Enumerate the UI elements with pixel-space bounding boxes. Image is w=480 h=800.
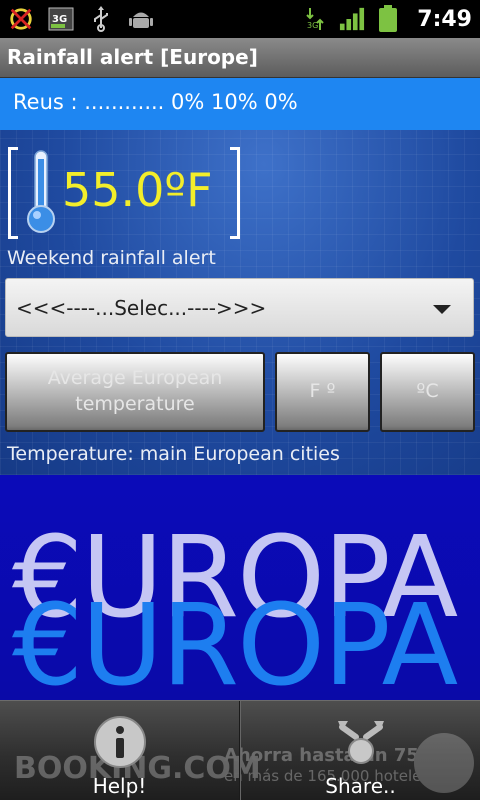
app-title-bar: Rainfall alert [Europe]	[0, 38, 480, 78]
chevron-down-icon	[433, 305, 451, 314]
bracket-right	[230, 147, 240, 239]
weekend-rainfall-label: Weekend rainfall alert	[7, 247, 216, 269]
temperature-value: 55.0ºF	[62, 163, 213, 217]
notification-icons: 3G	[8, 4, 154, 34]
share-icon	[337, 721, 384, 764]
help-button[interactable]: Help!	[0, 701, 239, 800]
banner-text-front: €UROPA	[12, 581, 458, 700]
no-signal-warning-icon	[8, 6, 34, 32]
clock: 7:49	[417, 6, 472, 32]
svg-text:3G: 3G	[307, 21, 318, 30]
rainfall-summary-text: Reus : ............ 0% 10% 0%	[13, 90, 298, 114]
rainfall-summary-bar: Reus : ............ 0% 10% 0%	[0, 78, 480, 130]
europa-banner: €UROPA €UROPA	[0, 475, 480, 700]
bottom-action-bar: BOOKING.COM Ahorra hasta un 75% en más d…	[0, 700, 480, 800]
celsius-button[interactable]: ºC	[380, 352, 475, 432]
average-european-temperature-button[interactable]: Average European temperature	[5, 352, 265, 432]
android-debug-icon	[128, 6, 154, 32]
usb-icon	[88, 6, 114, 32]
app-title: Rainfall alert [Europe]	[7, 45, 258, 69]
city-selector-value: <<<----...Selec...---->>>	[16, 296, 267, 320]
city-selector[interactable]: <<<----...Selec...---->>>	[5, 278, 474, 337]
share-button[interactable]: Share..	[241, 701, 480, 800]
3g-data-icon: 3G	[303, 6, 329, 32]
temperature-display: 55.0ºF	[8, 147, 240, 239]
main-panel: 55.0ºF Weekend rainfall alert <<<----...…	[0, 130, 480, 475]
battery-icon	[375, 5, 401, 32]
temperature-cities-label: Temperature: main European cities	[7, 443, 340, 465]
bracket-left	[8, 147, 18, 239]
svg-text:3G: 3G	[52, 14, 67, 25]
thermometer-icon	[27, 150, 55, 233]
signal-bars-icon	[339, 6, 365, 32]
fahrenheit-button[interactable]: F º	[275, 352, 370, 432]
help-label: Help!	[92, 774, 147, 798]
info-icon	[93, 716, 146, 768]
3g-notification-icon: 3G	[48, 6, 74, 32]
status-bar: 3G 3G 7:49	[0, 0, 480, 38]
system-icons: 3G 7:49	[303, 4, 472, 34]
share-label: Share..	[325, 774, 396, 798]
